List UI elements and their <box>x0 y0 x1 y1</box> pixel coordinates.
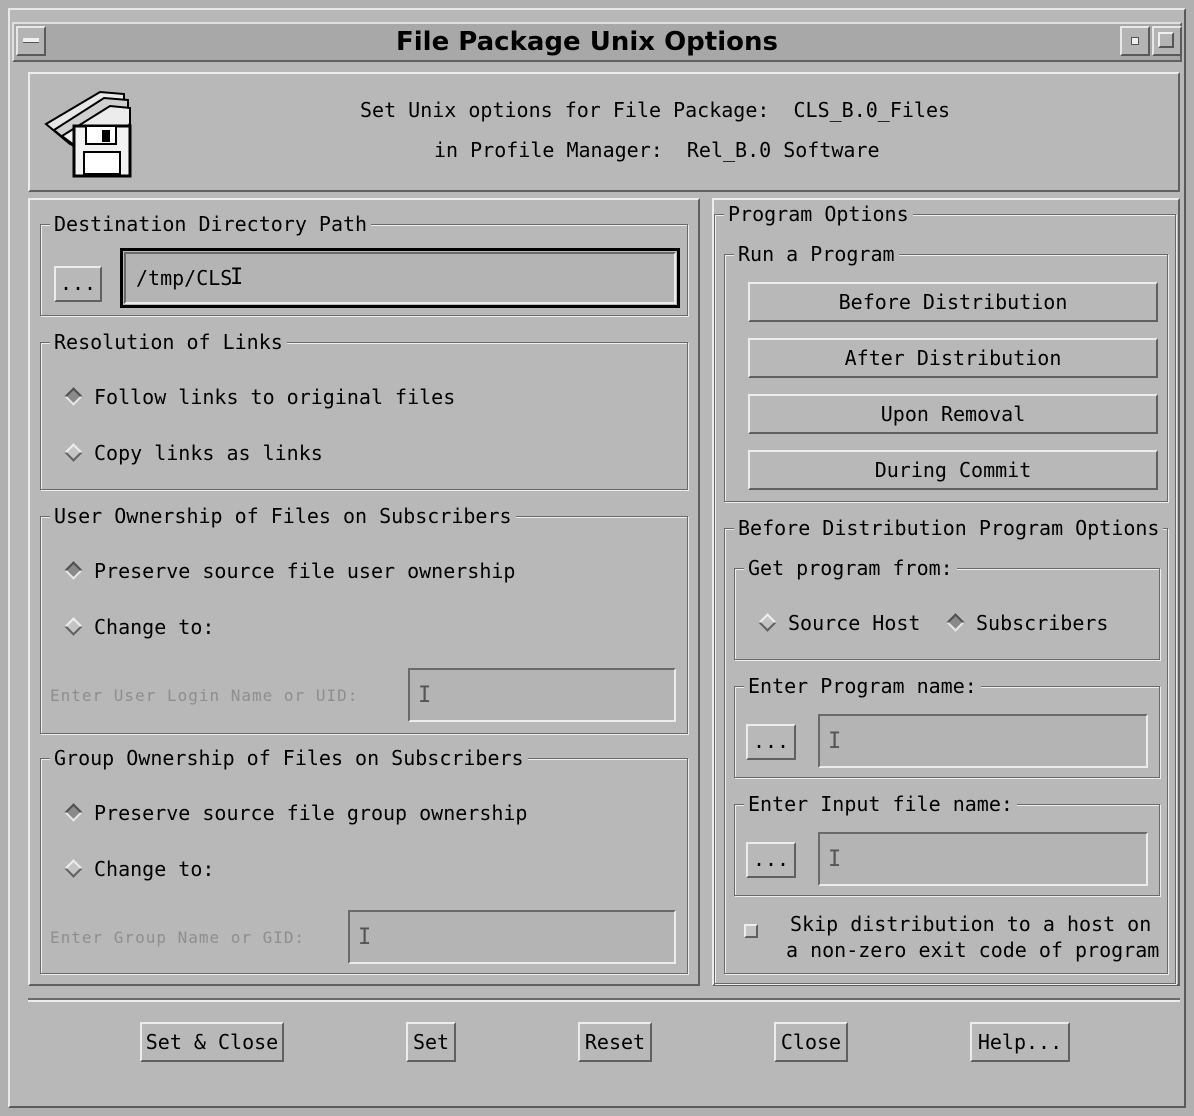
dialog-window: File Package Unix Options Set Unix optio… <box>0 0 1194 1116</box>
user-login-label: Enter User Login Name or UID: <box>50 686 359 705</box>
skip-distribution-checkbox[interactable] <box>742 922 764 944</box>
profile-manager-label: in Profile Manager: <box>434 138 663 162</box>
radio-unselected-icon <box>64 617 83 636</box>
after-distribution-button[interactable]: After Distribution <box>748 338 1158 378</box>
minimize-icon <box>1131 37 1139 45</box>
set-button[interactable]: Set <box>406 1022 456 1062</box>
before-distribution-button[interactable]: Before Distribution <box>748 282 1158 322</box>
radio-change-user-label: Change to: <box>94 615 215 639</box>
reset-button[interactable]: Reset <box>578 1022 652 1062</box>
radio-change-group-label: Change to: <box>94 857 215 881</box>
radio-preserve-user[interactable]: Preserve source file user ownership <box>60 556 540 586</box>
radio-selected-icon <box>64 387 83 406</box>
checkbox-unchecked-icon <box>744 924 758 938</box>
maximize-button[interactable] <box>1152 26 1182 56</box>
destination-path-input[interactable]: /tmp/CLS I <box>124 252 676 304</box>
radio-subscribers[interactable]: Subscribers <box>942 608 1122 638</box>
program-name-input[interactable]: I <box>818 714 1148 768</box>
input-file-legend: Enter Input file name: <box>744 792 1017 816</box>
text-cursor-icon: I <box>828 847 842 872</box>
radio-copy-links[interactable]: Copy links as links <box>60 438 360 468</box>
package-label: Set Unix options for File Package: <box>360 98 770 122</box>
window-menu-icon <box>23 38 39 43</box>
program-browse-button[interactable]: ... <box>746 724 796 760</box>
radio-unselected-icon <box>64 443 83 462</box>
footer-separator <box>28 998 1180 1002</box>
radio-unselected-icon <box>64 859 83 878</box>
radio-preserve-user-label: Preserve source file user ownership <box>94 559 516 583</box>
destination-path-value: /tmp/CLS <box>136 266 233 290</box>
set-and-close-button[interactable]: Set & Close <box>140 1022 284 1062</box>
skip-distribution-line1: Skip distribution to a host on <box>790 912 1152 936</box>
window-menu-button[interactable] <box>16 26 46 56</box>
window-title: File Package Unix Options <box>396 27 778 57</box>
text-cursor-icon: I <box>418 683 432 708</box>
radio-subscribers-label: Subscribers <box>976 611 1109 635</box>
group-name-input[interactable]: I <box>348 910 676 964</box>
skip-distribution-line2: a non-zero exit code of program <box>786 938 1160 962</box>
group-ownership-legend: Group Ownership of Files on Subscribers <box>50 746 528 770</box>
radio-selected-icon <box>64 561 83 580</box>
profile-manager-name: Rel_B.0 Software <box>686 138 880 162</box>
during-commit-button[interactable]: During Commit <box>748 450 1158 490</box>
user-login-input[interactable]: I <box>408 668 676 722</box>
radio-follow-links-label: Follow links to original files <box>94 385 456 409</box>
text-cursor-icon: I <box>358 925 372 950</box>
package-name: CLS_B.0_Files <box>793 98 951 122</box>
links-legend: Resolution of Links <box>50 330 287 354</box>
get-program-from-legend: Get program from: <box>744 556 957 580</box>
destination-browse-button[interactable]: ... <box>54 266 102 302</box>
group-name-label: Enter Group Name or GID: <box>50 928 306 947</box>
radio-follow-links[interactable]: Follow links to original files <box>60 382 480 412</box>
text-cursor-icon: I <box>828 729 842 754</box>
text-cursor-icon: I <box>230 265 244 290</box>
radio-source-host[interactable]: Source Host <box>754 608 934 638</box>
radio-unselected-icon <box>758 613 777 632</box>
header-line2: in Profile Manager: Rel_B.0 Software <box>434 138 880 162</box>
help-button[interactable]: Help... <box>970 1022 1070 1062</box>
radio-source-host-label: Source Host <box>788 611 921 635</box>
radio-change-group[interactable]: Change to: <box>60 854 260 884</box>
radio-preserve-group-label: Preserve source file group ownership <box>94 801 528 825</box>
user-ownership-legend: User Ownership of Files on Subscribers <box>50 504 516 528</box>
before-distribution-options-legend: Before Distribution Program Options <box>734 516 1164 540</box>
floppy-folder-icon <box>44 90 132 178</box>
upon-removal-button[interactable]: Upon Removal <box>748 394 1158 434</box>
minimize-button[interactable] <box>1120 26 1150 56</box>
radio-preserve-group[interactable]: Preserve source file group ownership <box>60 798 540 828</box>
radio-copy-links-label: Copy links as links <box>94 441 323 465</box>
maximize-icon <box>1158 32 1174 48</box>
radio-change-user[interactable]: Change to: <box>60 612 260 642</box>
program-name-legend: Enter Program name: <box>744 674 981 698</box>
close-button[interactable]: Close <box>774 1022 848 1062</box>
radio-selected-icon <box>946 613 965 632</box>
program-options-legend: Program Options <box>724 202 913 226</box>
input-file-browse-button[interactable]: ... <box>746 842 796 878</box>
run-program-legend: Run a Program <box>734 242 899 266</box>
destination-legend: Destination Directory Path <box>50 212 372 236</box>
header-line1: Set Unix options for File Package: CLS_B… <box>360 98 950 122</box>
radio-selected-icon <box>64 803 83 822</box>
input-file-input[interactable]: I <box>818 832 1148 886</box>
header-panel <box>28 72 1180 192</box>
